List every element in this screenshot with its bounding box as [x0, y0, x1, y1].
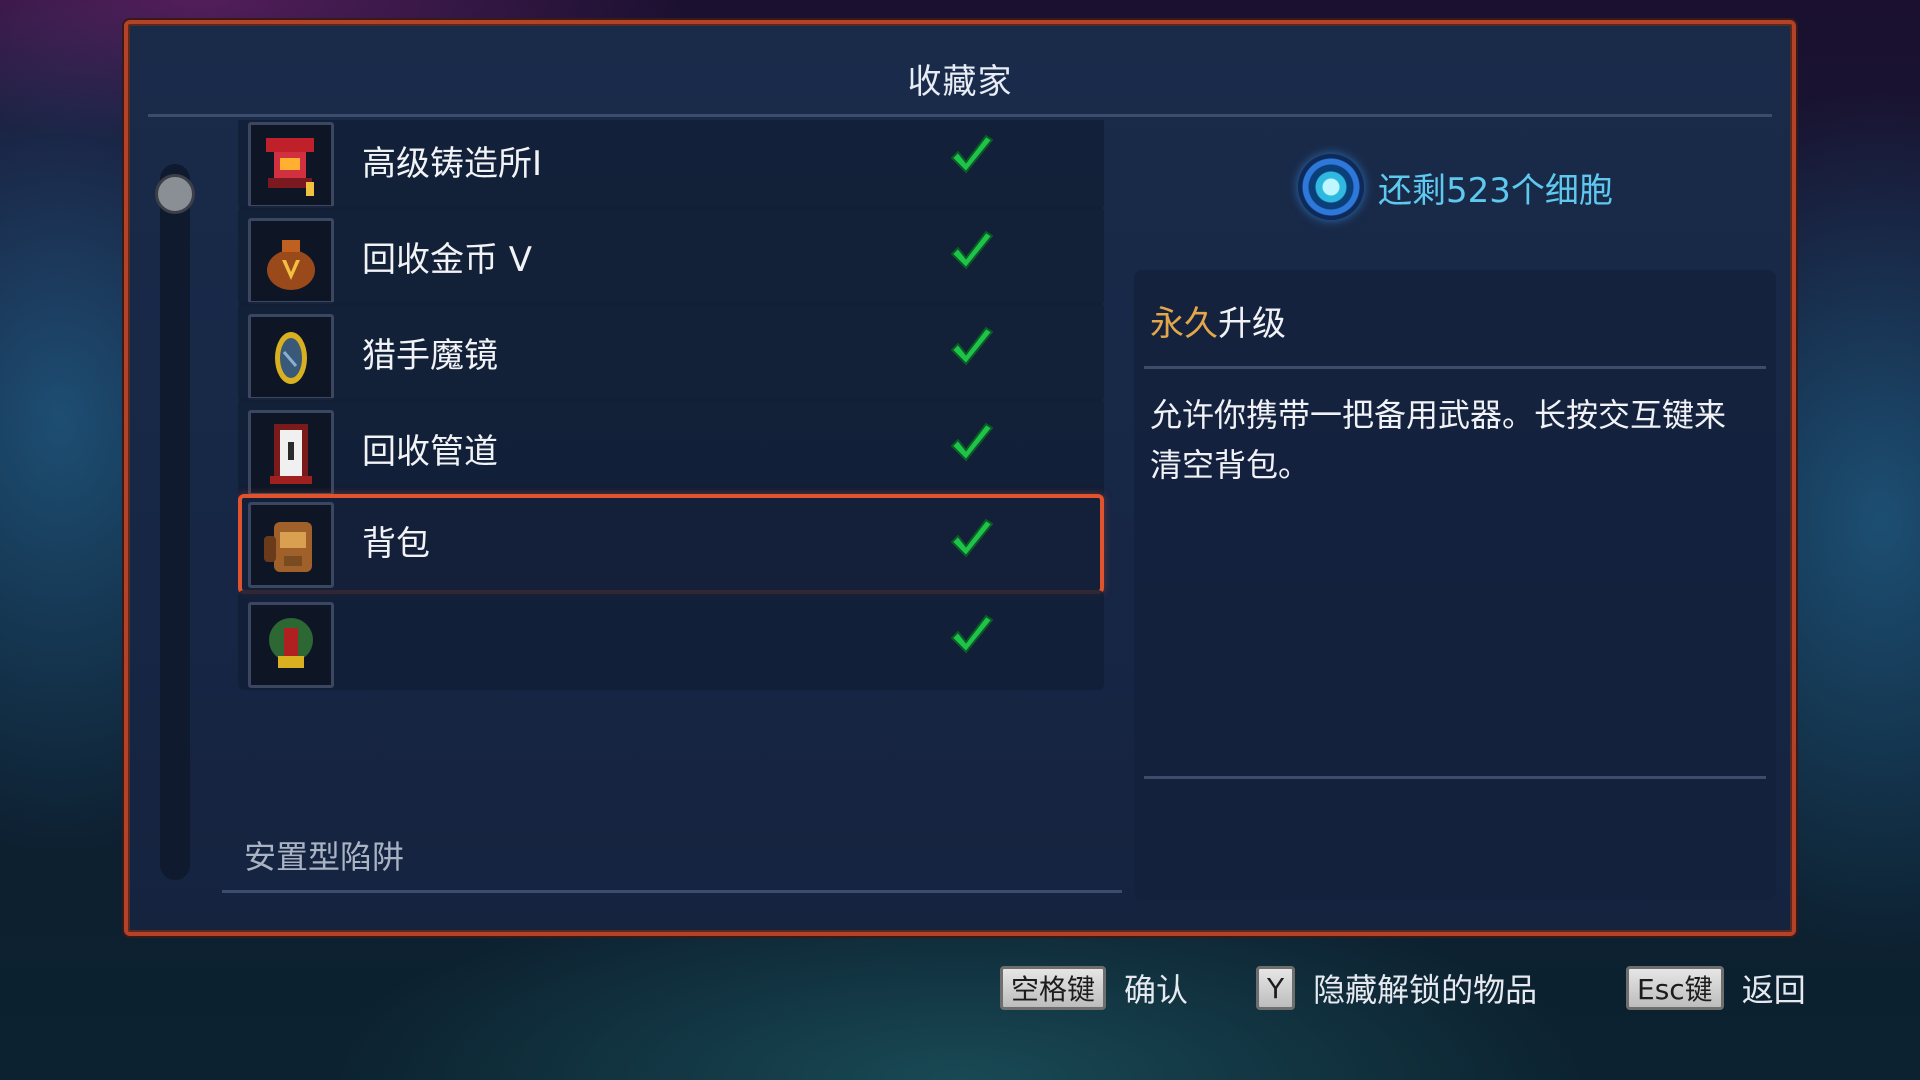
- checkmark-icon: [950, 422, 994, 462]
- hint-label-back: 返回: [1741, 971, 1806, 1009]
- item-label: 回收管道: [362, 431, 498, 472]
- list-item[interactable]: 背包: [238, 494, 1104, 594]
- key-y: Y: [1256, 966, 1296, 1010]
- detail-divider-top: [1144, 366, 1766, 369]
- hint-label-confirm: 确认: [1124, 971, 1189, 1009]
- title-divider: [148, 114, 1772, 117]
- item-label: 回收金币 V: [362, 239, 533, 280]
- checkmark-icon: [950, 326, 994, 366]
- hint-back[interactable]: Esc键 返回: [1626, 960, 1806, 1016]
- detail-description: 允许你携带一把备用武器。长按交互键来清空背包。: [1150, 396, 1727, 484]
- list-item[interactable]: 猎手魔镜: [238, 302, 1104, 402]
- item-label: 高级铸造所I: [362, 143, 543, 184]
- list-item[interactable]: [238, 590, 1104, 690]
- list-item[interactable]: 回收金币 V: [238, 206, 1104, 306]
- cell-icon: [1298, 154, 1364, 220]
- panel-title: 收藏家: [907, 62, 1013, 102]
- cells-remaining-text: 还剩523个细胞: [1378, 170, 1613, 211]
- forge-icon: [248, 122, 334, 208]
- hint-confirm[interactable]: 空格键 确认: [1000, 960, 1188, 1016]
- mirror-icon: [248, 314, 334, 400]
- cells-counter: 还剩523个细胞: [1298, 154, 1613, 220]
- control-hints: 空格键 确认 Y 隐藏解锁的物品 Esc键 返回: [0, 960, 1920, 1016]
- checkmark-icon: [950, 518, 994, 558]
- scrollbar-thumb[interactable]: [155, 174, 195, 214]
- list-item[interactable]: 回收管道: [238, 398, 1104, 498]
- key-space: 空格键: [1000, 966, 1107, 1010]
- section-label-traps: 安置型陷阱: [244, 838, 405, 876]
- item-label: 背包: [362, 523, 430, 564]
- recycle-pipe-icon: [248, 410, 334, 496]
- hint-hide-unlocked[interactable]: Y 隐藏解锁的物品: [1256, 960, 1537, 1016]
- scrollbar-track[interactable]: [160, 164, 190, 880]
- key-esc: Esc键: [1626, 966, 1724, 1010]
- detail-heading-accent: 永久: [1150, 304, 1218, 344]
- totem-icon: [248, 602, 334, 688]
- upgrade-list: 高级铸造所I 回收金币 V 猎手魔镜 回收管道 背包: [238, 120, 1248, 940]
- checkmark-icon: [950, 134, 994, 174]
- section-divider: [222, 890, 1122, 893]
- item-label: 猎手魔镜: [362, 335, 498, 376]
- detail-heading-rest: 升级: [1218, 304, 1286, 344]
- collector-panel: 收藏家 高级铸造所I 回收金币 V 猎手魔镜 回收管道 背包 安置型陷阱 还剩5…: [124, 20, 1796, 936]
- detail-divider-bottom: [1144, 776, 1766, 779]
- checkmark-icon: [950, 230, 994, 270]
- checkmark-icon: [950, 614, 994, 654]
- hint-label-hide-unlocked: 隐藏解锁的物品: [1313, 971, 1538, 1009]
- backpack-icon: [248, 502, 334, 588]
- detail-panel: 永久升级 允许你携带一把备用武器。长按交互键来清空背包。: [1134, 270, 1776, 900]
- gold-bag-icon: [248, 218, 334, 304]
- list-item[interactable]: 高级铸造所I: [238, 120, 1104, 210]
- detail-heading: 永久升级: [1150, 296, 1286, 345]
